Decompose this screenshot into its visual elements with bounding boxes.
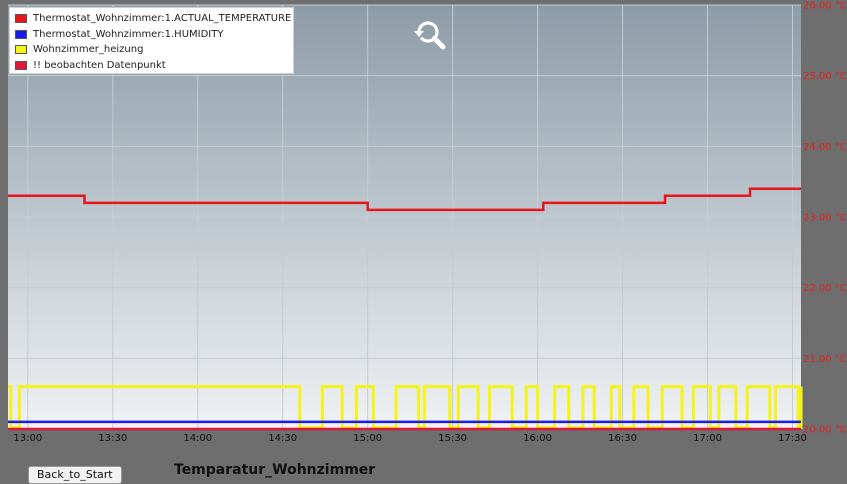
legend-swatch	[15, 14, 27, 24]
x-tick-label: 15:00	[353, 433, 382, 444]
y-tick-label: 23.00 °C	[803, 213, 847, 224]
zoom-reset-icon[interactable]	[410, 14, 450, 54]
y-axis: 20.00 °C 21.00 °C 22.00 °C 23.00 °C 24.00 °C…	[803, 1, 847, 436]
legend-label: !! beobachten Datenpunkt	[33, 59, 166, 71]
x-tick-label: 14:30	[268, 433, 297, 444]
legend-label: Wohnzimmer_heizung	[33, 44, 144, 56]
y-tick-label: 22.00 °C	[803, 283, 847, 294]
legend-label: Thermostat_Wohnzimmer:1.HUMIDITY	[33, 28, 224, 40]
x-tick-label: 13:30	[98, 433, 127, 444]
x-tick-label: 16:00	[523, 433, 552, 444]
legend-swatch	[15, 45, 27, 55]
x-tick-label: 15:30	[438, 433, 467, 444]
x-tick-label: 17:30	[778, 433, 807, 444]
y-tick-label: 25.00 °C	[803, 71, 847, 82]
back-to-start-button[interactable]: Back_to_Start	[28, 466, 122, 484]
x-tick-label: 13:00	[13, 433, 42, 444]
x-tick-label: 16:30	[608, 433, 637, 444]
legend-item[interactable]: Wohnzimmer_heizung	[15, 42, 293, 58]
x-tick-label: 17:00	[693, 433, 722, 444]
legend-label: Thermostat_Wohnzimmer:1.ACTUAL_TEMPERATU…	[33, 13, 292, 25]
legend-item[interactable]: Thermostat_Wohnzimmer:1.ACTUAL_TEMPERATU…	[15, 11, 293, 27]
legend-swatch	[15, 29, 27, 39]
legend-swatch	[15, 60, 27, 70]
x-tick-label: 14:00	[183, 433, 212, 444]
y-tick-label: 21.00 °C	[803, 354, 847, 365]
y-tick-label: 20.00 °C	[803, 425, 847, 436]
y-tick-label: 24.00 °C	[803, 142, 847, 153]
legend: Thermostat_Wohnzimmer:1.ACTUAL_TEMPERATU…	[9, 7, 294, 74]
legend-item[interactable]: Thermostat_Wohnzimmer:1.HUMIDITY	[15, 27, 293, 43]
x-axis: 13:00 13:30 14:00 14:30 15:00 15:30 16:00 16:30…	[13, 433, 807, 444]
y-tick-label: 26.00 °C	[803, 1, 847, 12]
legend-item[interactable]: !! beobachten Datenpunkt	[15, 58, 293, 74]
